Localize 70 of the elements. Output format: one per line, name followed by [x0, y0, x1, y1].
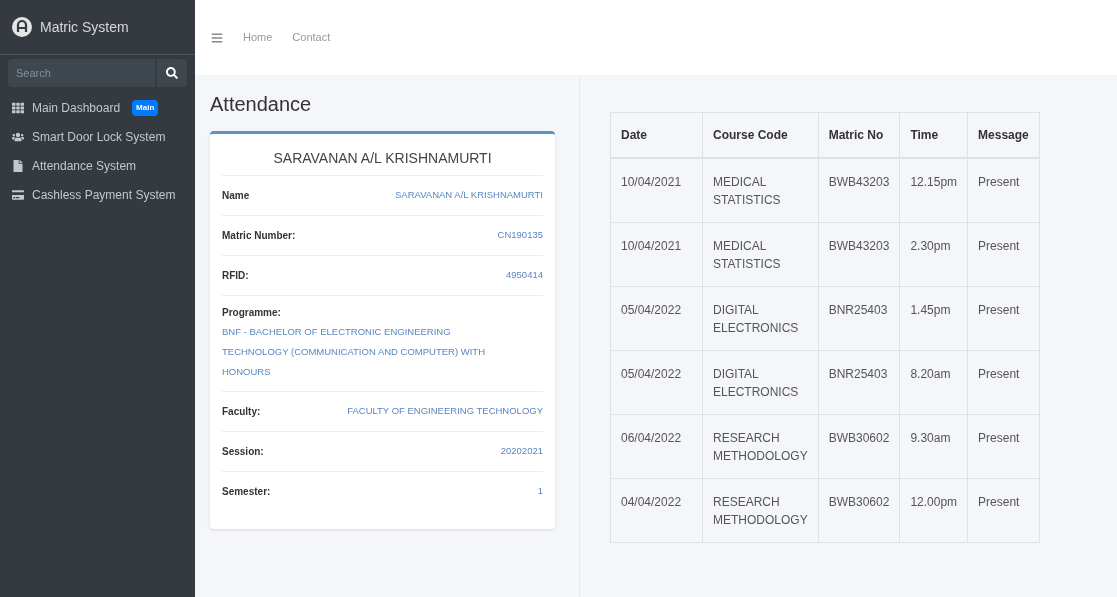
table-cell: MEDICAL STATISTICS [702, 222, 819, 287]
column-header: Date [610, 112, 703, 158]
table-cell: 8.20am [899, 350, 968, 415]
table-cell: 10/04/2021 [610, 158, 703, 223]
main-badge: Main [132, 100, 159, 116]
table-cell: Present [967, 478, 1040, 543]
table-cell: Present [967, 286, 1040, 351]
field-value: CN190135 [497, 228, 543, 243]
table-cell: Present [967, 350, 1040, 415]
table-cell: 9.30am [899, 414, 968, 479]
sidebar-item[interactable]: Main Dashboard Main [0, 95, 195, 121]
table-cell: Present [967, 222, 1040, 287]
table-cell: BWB43203 [818, 222, 900, 287]
table-cell: 06/04/2022 [610, 414, 703, 479]
table-cell: Present [967, 158, 1040, 223]
sidebar-item[interactable]: Smart Door Lock System [0, 124, 195, 150]
field-value: 20202021 [500, 444, 543, 459]
table-cell: BWB43203 [818, 158, 900, 223]
sidebar-item-label: Main Dashboard [32, 100, 121, 116]
sidebar-item-label: Attendance System [32, 158, 138, 174]
column-header: Course Code [702, 112, 819, 158]
table-cell: BWB30602 [818, 478, 900, 543]
table-cell: MEDICAL STATISTICS [702, 158, 819, 223]
column-header: Matric No [818, 112, 900, 158]
table-cell: BNR25403 [818, 286, 900, 351]
grid-icon [12, 102, 24, 114]
table-cell: DIGITAL ELECTRONICS [702, 350, 819, 415]
table-cell: BNR25403 [818, 350, 900, 415]
brand-title: Matric System [40, 17, 129, 37]
table-cell: 12.15pm [899, 158, 968, 223]
menu-icon[interactable] [211, 31, 223, 44]
table-cell: 04/04/2022 [610, 478, 703, 543]
table-cell: 2.30pm [899, 222, 968, 287]
column-header: Message [967, 112, 1040, 158]
sidebar-item[interactable]: Attendance System [0, 153, 195, 179]
table-cell: 1.45pm [899, 286, 968, 351]
file-icon [12, 160, 24, 172]
table-cell: Present [967, 414, 1040, 479]
search-field[interactable]: Search [8, 59, 155, 87]
sidebar-item[interactable]: Cashless Payment System [0, 182, 195, 208]
search-button[interactable] [157, 59, 187, 87]
logo-icon [12, 17, 32, 37]
table-cell: RESEARCH METHODOLOGY [702, 414, 819, 479]
field-label: Matric Number: [222, 229, 296, 243]
page-title: Attendance [210, 92, 313, 117]
field-label: RFID: [222, 269, 249, 283]
field-label: Semester: [222, 485, 271, 499]
table-cell: 12.00pm [899, 478, 968, 543]
table-cell: 10/04/2021 [610, 222, 703, 287]
table-cell: DIGITAL ELECTRONICS [702, 286, 819, 351]
field-value: 1 [537, 484, 543, 499]
table-cell: 05/04/2022 [610, 350, 703, 415]
field-label: Name [222, 189, 250, 203]
sidebar-item-label: Cashless Payment System [32, 187, 177, 203]
column-header: Time [899, 112, 968, 158]
sidebar-item-label: Smart Door Lock System [32, 129, 167, 145]
users-icon [12, 131, 24, 143]
field-value: BNF - BACHELOR OF ELECTRONIC ENGINEERING TECHNOLOGY (COMMUNICATION AND COMPUTER) WITH HONOURS [222, 325, 486, 379]
field-value: FACULTY OF ENGINEERING TECHNOLOGY [347, 404, 543, 419]
field-value: SARAVANAN A/L KRISHNAMURTI [395, 188, 543, 203]
field-label: Faculty: [222, 405, 261, 419]
table-cell: 05/04/2022 [610, 286, 703, 351]
card-icon [12, 189, 24, 201]
table-cell: RESEARCH METHODOLOGY [702, 478, 819, 543]
search-icon [166, 67, 178, 79]
student-name: SARAVANAN A/L KRISHNAMURTI [272, 149, 493, 168]
table-cell: BWB30602 [818, 414, 900, 479]
field-value: 4950414 [506, 268, 543, 283]
field-label: Programme: [222, 306, 282, 320]
field-label: Session: [222, 445, 264, 459]
